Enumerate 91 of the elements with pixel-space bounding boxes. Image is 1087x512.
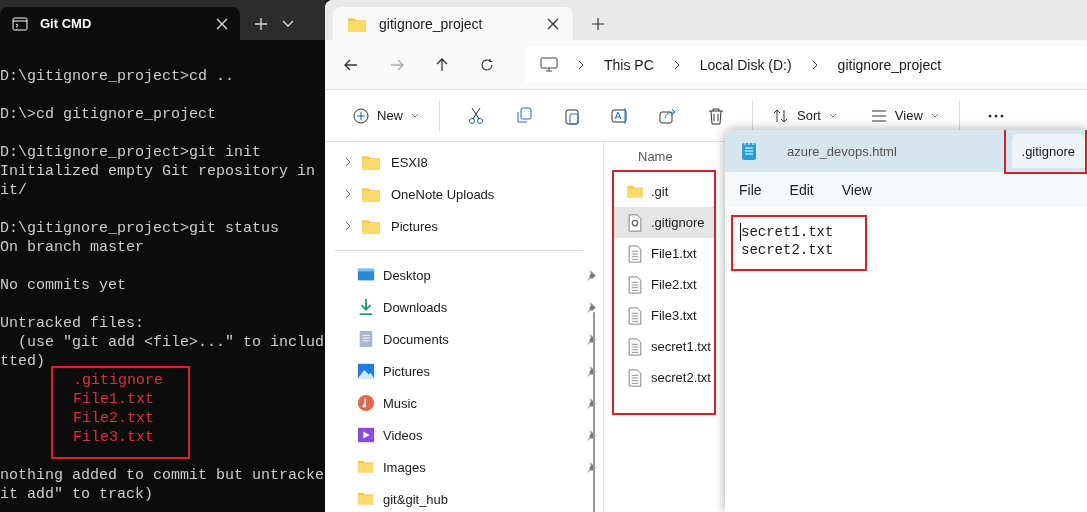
view-icon xyxy=(870,107,887,124)
list-entry[interactable]: secret2.txt xyxy=(614,362,714,393)
terminal-line: Untracked files: xyxy=(0,314,145,333)
folder-icon xyxy=(361,153,381,171)
notepad-tab[interactable]: .gitignore xyxy=(1011,134,1085,168)
quick-access-item[interactable]: Downloads xyxy=(325,291,597,323)
caret-icon xyxy=(828,113,837,118)
list-entry[interactable]: secret1.txt xyxy=(614,331,714,362)
tab-title: gitignore_project xyxy=(379,15,483,32)
terminal-line: D:\gitignore_project>git status xyxy=(0,219,280,238)
column-header[interactable]: Name xyxy=(638,148,673,164)
tree-item[interactable]: OneNote Uploads xyxy=(325,178,603,210)
add-icon xyxy=(353,107,369,124)
text-line: secret1.txt xyxy=(740,223,834,241)
terminal-line: tted) xyxy=(0,352,45,371)
quick-access-item[interactable]: Desktop xyxy=(325,259,597,291)
cut-icon[interactable] xyxy=(467,106,485,125)
delete-icon[interactable] xyxy=(707,106,725,125)
caret-icon xyxy=(930,113,939,118)
picture-icon xyxy=(357,362,375,380)
chevron-right-icon[interactable] xyxy=(345,221,351,231)
list-entry[interactable]: .gitignore xyxy=(614,207,714,238)
list-entry[interactable]: File3.txt xyxy=(614,300,714,331)
folder-icon xyxy=(361,185,381,203)
video-icon xyxy=(357,426,375,444)
view-button[interactable]: View xyxy=(862,101,947,130)
address-bar[interactable]: This PC Local Disk (D:) gitignore_project xyxy=(526,46,1087,83)
new-button[interactable]: New xyxy=(345,101,427,130)
quick-access-item[interactable]: Music xyxy=(325,387,597,419)
terminal-line: nothing added to commit but untracke xyxy=(0,466,325,485)
terminal-line: it/ xyxy=(0,181,27,200)
terminal-icon xyxy=(12,16,28,31)
terminal-line: On branch master xyxy=(0,238,145,257)
menu-item[interactable]: Edit xyxy=(789,181,814,198)
notepad-icon xyxy=(741,141,757,161)
terminal-line: No commits yet xyxy=(0,276,127,295)
close-icon[interactable] xyxy=(547,17,559,30)
text-file-icon xyxy=(626,275,644,294)
chevron-right-icon[interactable] xyxy=(345,157,351,167)
paste-icon[interactable] xyxy=(563,106,581,125)
sort-icon xyxy=(773,107,789,124)
untracked-file: File1.txt xyxy=(73,389,154,409)
plus-icon[interactable] xyxy=(591,17,605,31)
explorer-tab[interactable]: gitignore_project xyxy=(333,7,573,40)
share-icon[interactable] xyxy=(659,106,677,125)
terminal-line: D:\gitignore_project>cd .. xyxy=(0,67,235,86)
menu-item[interactable]: File xyxy=(739,181,762,198)
untracked-file: File2.txt xyxy=(73,408,154,428)
terminal-line: D:\>cd gitignore_project xyxy=(0,105,217,124)
breadcrumb-item[interactable]: This PC xyxy=(604,56,654,73)
list-entry[interactable]: .git xyxy=(614,176,714,207)
document-icon xyxy=(357,330,375,348)
up-arrow-icon[interactable] xyxy=(436,57,448,72)
terminal-line: it add" to track) xyxy=(0,485,154,504)
list-entry[interactable]: File1.txt xyxy=(614,238,714,269)
untracked-file: .gitignore xyxy=(73,370,163,390)
breadcrumb-item[interactable]: Local Disk (D:) xyxy=(699,56,792,73)
music-icon xyxy=(357,394,375,412)
terminal-line: D:\gitignore_project>git init xyxy=(0,143,262,162)
tree-item[interactable]: Pictures xyxy=(325,210,603,242)
terminal-line: (use "git add <file>..." to includ xyxy=(17,333,325,352)
quick-access-item[interactable]: git&git_hub xyxy=(325,483,597,512)
folder-icon xyxy=(361,217,381,235)
refresh-icon[interactable] xyxy=(480,57,494,72)
back-arrow-icon[interactable] xyxy=(344,58,358,71)
text-file-icon xyxy=(626,368,644,387)
list-entry[interactable]: File2.txt xyxy=(614,269,714,300)
text-file-icon xyxy=(626,244,644,263)
settings-file-icon xyxy=(626,213,644,232)
terminal-tab[interactable]: Git CMD xyxy=(0,7,240,40)
terminal-line: Initialized empty Git repository in xyxy=(0,162,316,181)
text-line: secret2.txt xyxy=(741,241,834,259)
text-file-icon xyxy=(626,306,644,325)
copy-icon[interactable] xyxy=(515,106,533,125)
rename-icon[interactable] xyxy=(611,106,629,125)
download-icon xyxy=(357,298,375,316)
tab-title: Git CMD xyxy=(40,16,92,31)
chevron-right-icon xyxy=(578,59,584,70)
computer-icon xyxy=(540,56,558,73)
tree-item[interactable]: ESXI8 xyxy=(325,146,603,178)
notepad-tab[interactable]: azure_devops.html xyxy=(777,134,907,168)
text-file-icon xyxy=(626,337,644,356)
untracked-file: File3.txt xyxy=(73,427,154,447)
caret-icon xyxy=(411,113,419,118)
chevron-right-icon[interactable] xyxy=(345,189,351,199)
breadcrumb-item[interactable]: gitignore_project xyxy=(837,56,942,73)
menu-item[interactable]: View xyxy=(841,181,872,198)
chevron-right-icon xyxy=(673,59,680,70)
sort-button[interactable]: Sort xyxy=(765,101,845,130)
chevron-down-icon[interactable] xyxy=(282,19,294,28)
chevron-right-icon xyxy=(811,59,818,70)
